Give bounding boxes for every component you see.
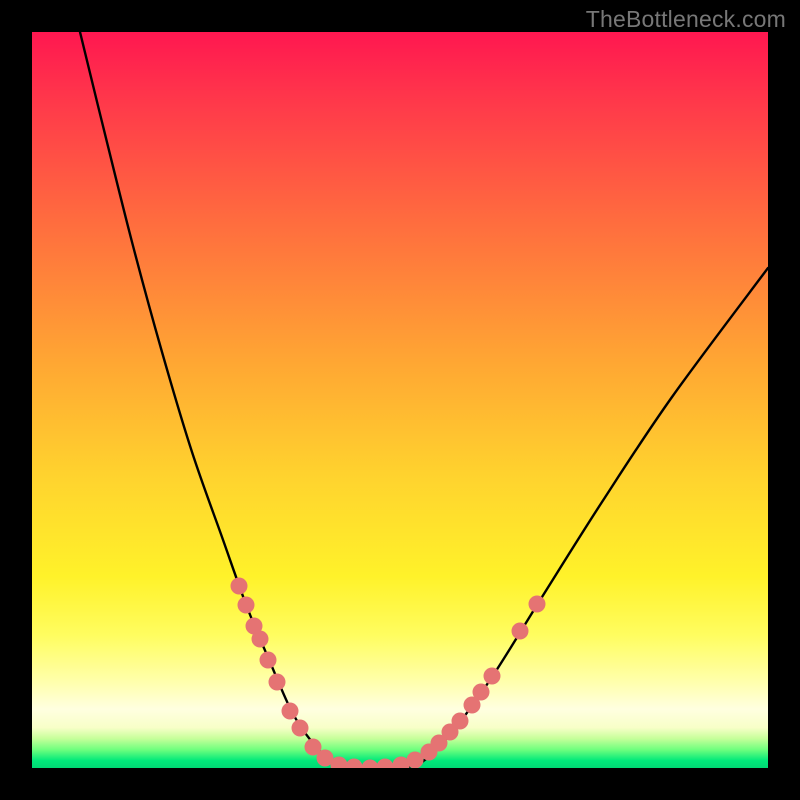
data-marker [292, 720, 309, 737]
data-marker [362, 760, 379, 769]
data-marker [238, 597, 255, 614]
data-marker [484, 668, 501, 685]
curve-layer [32, 32, 768, 768]
plot-area [32, 32, 768, 768]
bottleneck-curve [80, 32, 768, 768]
data-marker [260, 652, 277, 669]
data-marker [512, 623, 529, 640]
data-marker [252, 631, 269, 648]
data-marker [231, 578, 248, 595]
watermark-text: TheBottleneck.com [586, 6, 786, 33]
data-marker [346, 759, 363, 769]
data-marker [452, 713, 469, 730]
data-marker [282, 703, 299, 720]
data-marker [377, 759, 394, 769]
data-marker [269, 674, 286, 691]
data-marker [473, 684, 490, 701]
data-marker [529, 596, 546, 613]
chart-stage: TheBottleneck.com [0, 0, 800, 800]
marker-layer [231, 578, 546, 769]
